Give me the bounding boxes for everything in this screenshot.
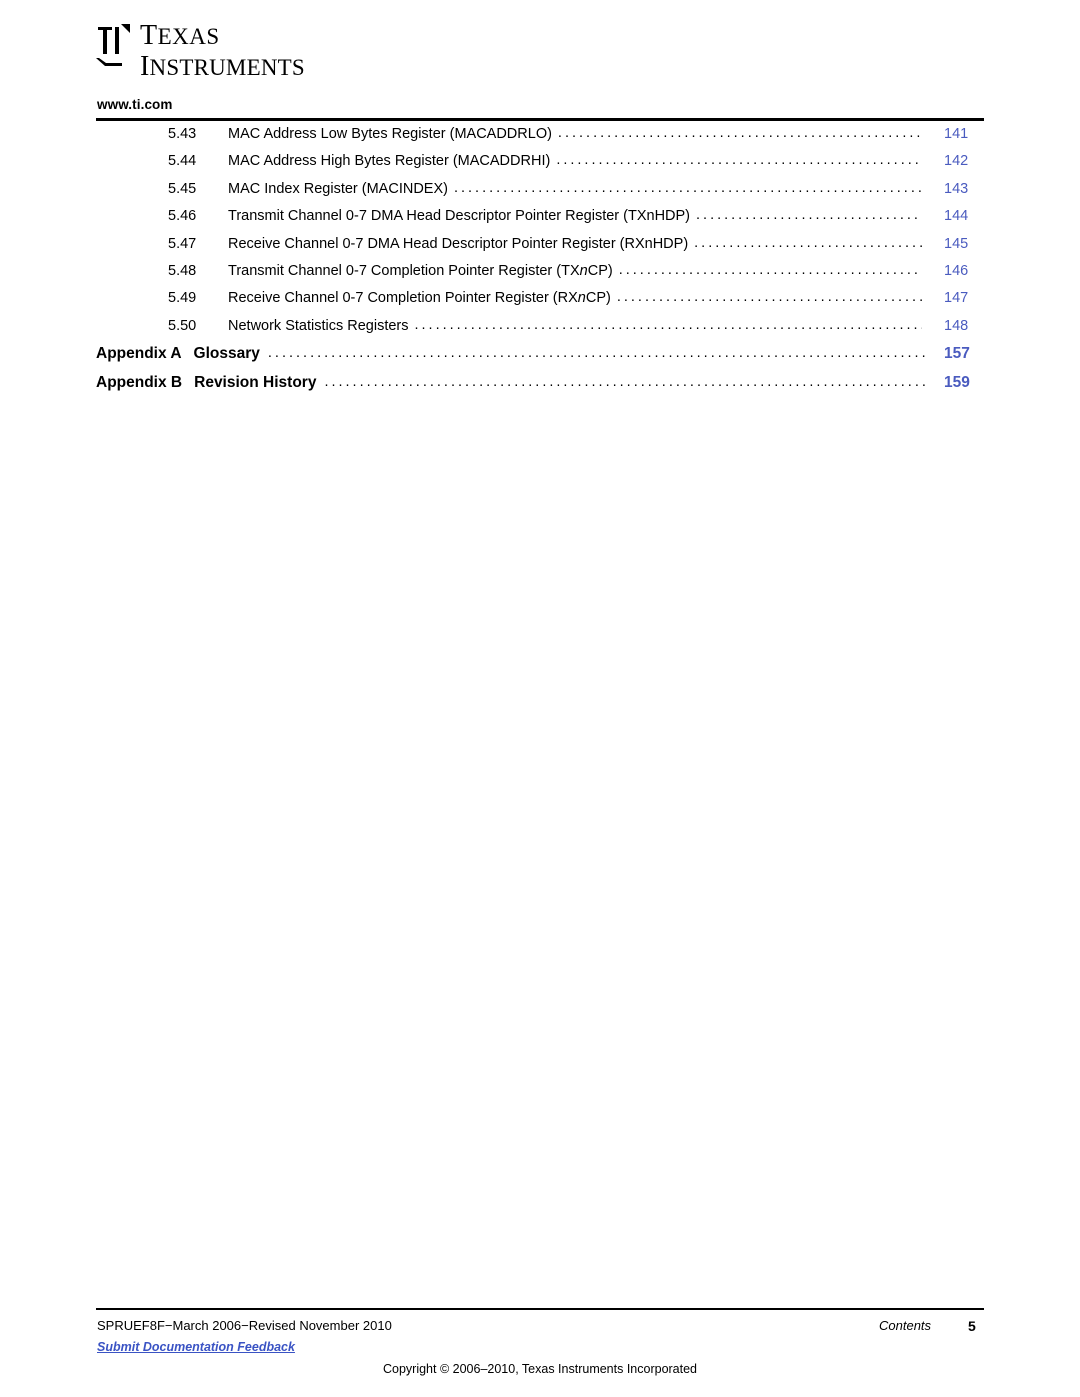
toc-leader [556,153,922,167]
toc-number: 5.47 [168,235,197,252]
site-url: www.ti.com [97,97,173,112]
toc-number: 5.46 [168,208,197,225]
toc-title: Network Statistics Registers [228,317,409,334]
toc-page[interactable]: 146 [922,263,984,279]
toc-page[interactable]: 157 [926,345,984,363]
footer-page-number: 5 [968,1318,976,1334]
ti-logo: TEXAS INSTRUMENTS [96,22,326,81]
toc-page[interactable]: 143 [922,181,984,197]
toc-number: 5.43 [168,126,197,142]
toc-entry[interactable]: 5.50 Network Statistics Registers 148 [96,318,984,345]
ti-logo-text: TEXAS INSTRUMENTS [140,22,305,81]
toc-leader [454,181,922,195]
toc-entry[interactable]: 5.47 Receive Channel 0-7 DMA Head Descri… [96,236,984,263]
ti-logo-mark-icon [96,24,130,66]
toc-entry[interactable]: 5.43 MAC Address Low Bytes Register (MAC… [96,126,984,153]
toc-leader [619,263,922,277]
footer-document-id: SPRUEF8F−March 2006−Revised November 201… [97,1318,392,1333]
toc-number: 5.49 [168,290,197,307]
toc-title: MAC Index Register (MACINDEX) [228,180,448,197]
ti-logo-line1: TEXAS [140,20,220,51]
toc-title: Transmit Channel 0-7 DMA Head Descriptor… [228,208,691,225]
toc-leader [324,375,926,389]
toc-leader [617,290,922,304]
toc-leader [415,318,923,332]
toc-appendix-label: Appendix B [96,374,183,392]
footer-copyright: Copyright © 2006–2010, Texas Instruments… [382,1362,698,1376]
toc-page[interactable]: 142 [922,153,984,169]
toc-title: Receive Channel 0-7 Completion Pointer R… [228,290,611,307]
toc-page[interactable]: 159 [926,374,984,392]
toc-entry[interactable]: 5.49 Receive Channel 0-7 Completion Poin… [96,290,984,317]
toc-appendix-label: Appendix A [96,345,182,363]
toc-appendix-title: Glossary [193,345,260,363]
page-header: TEXAS INSTRUMENTS www.ti.com [0,0,1080,128]
toc-number: 5.48 [168,262,197,279]
toc-leader [696,208,922,222]
toc-page[interactable]: 148 [922,318,984,334]
toc-entry[interactable]: 5.45 MAC Index Register (MACINDEX) 143 [96,181,984,208]
table-of-contents: 5.43 MAC Address Low Bytes Register (MAC… [96,126,984,403]
footer-divider [96,1308,984,1310]
submit-documentation-feedback-link[interactable]: Submit Documentation Feedback [97,1340,295,1354]
toc-title: Receive Channel 0-7 DMA Head Descriptor … [228,235,689,252]
toc-appendix-entry[interactable]: Appendix A Glossary 157 [96,345,984,374]
toc-page[interactable]: 141 [922,126,984,142]
header-divider [96,118,984,121]
toc-number: 5.45 [168,180,197,197]
toc-page[interactable]: 144 [922,208,984,224]
toc-number: 5.44 [168,153,197,170]
toc-title: MAC Address Low Bytes Register (MACADDRL… [228,126,552,142]
toc-entry[interactable]: 5.46 Transmit Channel 0-7 DMA Head Descr… [96,208,984,235]
ti-logo-line2: INSTRUMENTS [140,51,305,82]
toc-title: MAC Address High Bytes Register (MACADDR… [228,153,551,170]
toc-number: 5.50 [168,317,197,334]
toc-page[interactable]: 147 [922,290,984,306]
toc-leader [558,126,922,140]
toc-appendix-entry[interactable]: Appendix B Revision History 159 [96,374,984,403]
footer-section-label: Contents [879,1318,932,1333]
toc-page[interactable]: 145 [922,236,984,252]
toc-entry[interactable]: 5.48 Transmit Channel 0-7 Completion Poi… [96,263,984,290]
toc-title: Transmit Channel 0-7 Completion Pointer … [228,262,613,279]
toc-entry[interactable]: 5.44 MAC Address High Bytes Register (MA… [96,153,984,180]
toc-appendix-title: Revision History [194,374,317,392]
toc-leader [268,346,926,360]
toc-leader [694,236,922,250]
